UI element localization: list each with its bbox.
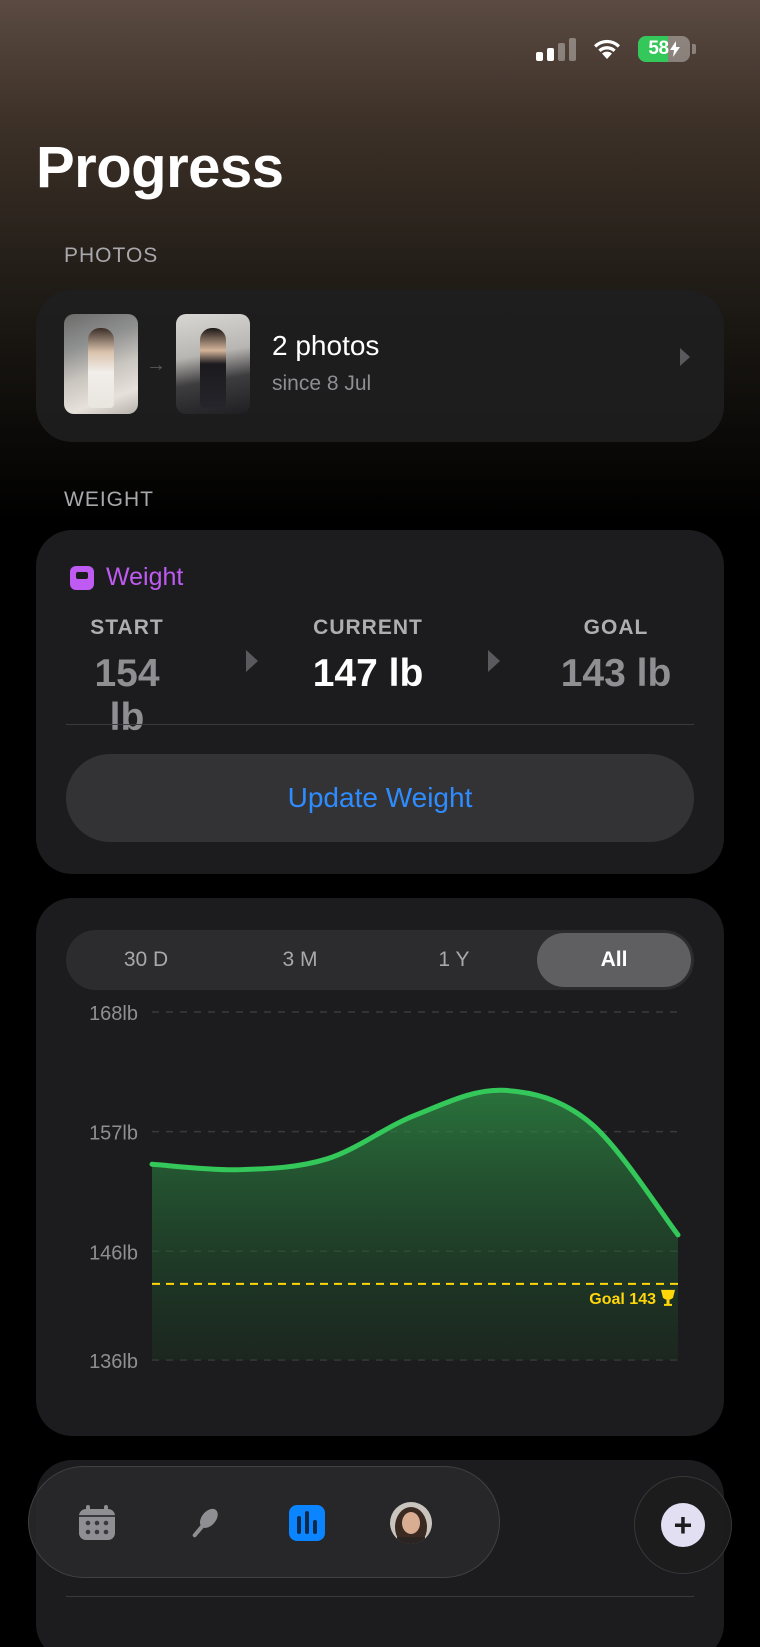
current-weight-value: 147 lb (312, 652, 424, 695)
range-tab-30d[interactable]: 30 D (69, 933, 223, 987)
tab-progress[interactable] (279, 1495, 335, 1551)
goal-weight-value: 143 lb (560, 652, 672, 695)
battery-cap (692, 44, 696, 54)
goal-weight: GOAL 143 lb (552, 616, 680, 696)
divider (66, 1596, 694, 1597)
y-tick-label: 146lb (89, 1242, 138, 1264)
y-tick-label: 168lb (89, 1003, 138, 1025)
cellular-signal-icon (536, 37, 576, 61)
weight-card-title: Weight (106, 563, 184, 591)
weight-chart: 168lb 157lb 146lb 136lb Goal 143 (89, 1003, 681, 1373)
progress-photo-thumbnail (176, 314, 250, 414)
wifi-icon (594, 39, 620, 59)
tab-calendar[interactable] (69, 1495, 125, 1551)
tab-meals[interactable] (177, 1495, 233, 1551)
range-selector: 30 D 3 M 1 Y All (66, 930, 694, 990)
photos-card[interactable]: → 2 photos since 8 Jul (36, 290, 724, 442)
page-title: Progress (36, 135, 284, 200)
update-weight-button[interactable]: Update Weight (66, 754, 694, 842)
charging-bolt-icon (669, 41, 680, 57)
y-tick-label: 136lb (89, 1351, 138, 1373)
progress-icon (289, 1505, 325, 1541)
tab-profile[interactable] (383, 1495, 439, 1551)
plus-icon: + (661, 1503, 705, 1547)
divider (66, 724, 694, 725)
arrow-right-icon (488, 650, 500, 672)
current-weight: CURRENT 147 lb (290, 616, 446, 696)
progress-photo-thumbnail (64, 314, 138, 414)
arrow-right-icon (246, 650, 258, 672)
weight-card: Weight START 154 lb CURRENT 147 lb GOAL … (36, 530, 724, 874)
range-tab-all[interactable]: All (537, 933, 691, 987)
meal-icon (192, 1508, 218, 1538)
range-tab-1y[interactable]: 1 Y (377, 933, 531, 987)
weight-chart-card: 30 D 3 M 1 Y All 168lb 157lb 146lb 136lb Goa… (36, 898, 724, 1436)
goal-label: Goal 143 (589, 1291, 656, 1308)
start-weight-value: 154 lb (94, 652, 160, 739)
progress-screen: 58 Progress PHOTOS → 2 photos since 8 Ju… (0, 0, 760, 1647)
photos-count: 2 photos (272, 330, 380, 361)
battery-level: 58 (648, 38, 669, 59)
start-weight-label: START (90, 616, 164, 639)
photos-section-label: PHOTOS (64, 244, 159, 267)
photos-since-date: since 8 Jul (272, 372, 372, 395)
weight-section-label: WEIGHT (64, 488, 154, 511)
profile-avatar (390, 1502, 432, 1544)
calendar-icon (79, 1505, 115, 1540)
arrow-right-icon: → (146, 354, 166, 376)
battery-indicator: 58 (638, 36, 690, 62)
status-bar: 58 (536, 36, 696, 62)
tab-bar (28, 1466, 500, 1578)
scale-icon (70, 566, 94, 590)
add-button[interactable]: + (634, 1476, 732, 1574)
range-tab-3m[interactable]: 3 M (223, 933, 377, 987)
current-weight-label: CURRENT (313, 616, 423, 639)
goal-weight-label: GOAL (583, 616, 649, 639)
start-weight: START 154 lb (72, 616, 182, 740)
chevron-right-icon (680, 348, 690, 366)
y-tick-label: 157lb (89, 1123, 138, 1145)
